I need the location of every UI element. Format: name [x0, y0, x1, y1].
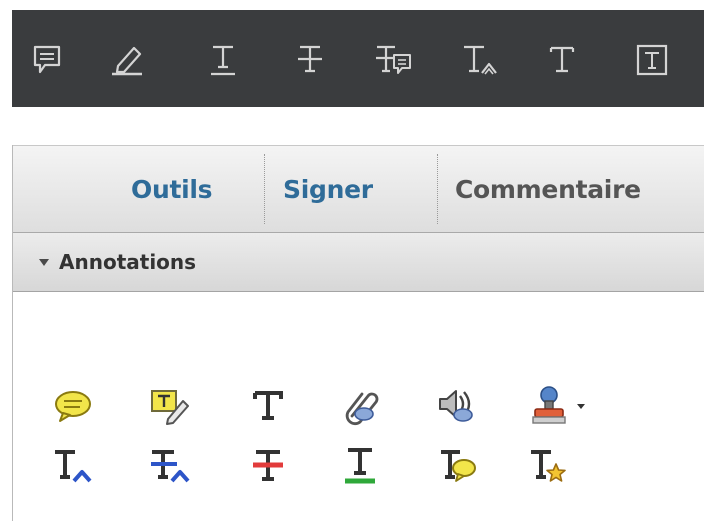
highlight-pen-icon — [112, 46, 142, 76]
insert-text-tool-button[interactable] — [460, 40, 500, 80]
replace-text-icon — [151, 450, 190, 483]
add-text-star-button[interactable] — [523, 441, 573, 491]
underline-icon — [345, 448, 375, 484]
tab-outils[interactable]: Outils — [131, 146, 213, 232]
comment-tool-button[interactable] — [27, 40, 67, 80]
add-note-to-text-button[interactable] — [433, 441, 483, 491]
highlight-text-icon — [151, 390, 189, 425]
highlight-text-button[interactable] — [145, 381, 195, 431]
insert-text-icon — [464, 45, 497, 75]
record-audio-button[interactable] — [433, 381, 483, 431]
comment-panel: Outils Signer Commentaire Annotations — [12, 145, 704, 521]
tab-separator — [437, 154, 438, 224]
add-text-icon — [253, 391, 283, 420]
underline-text-icon — [211, 45, 235, 76]
strikethrough-icon — [253, 450, 283, 481]
replace-text-note-icon — [376, 45, 411, 74]
attach-file-icon — [345, 392, 379, 426]
sticky-note-icon — [55, 391, 91, 422]
sticky-note-button[interactable] — [48, 381, 98, 431]
stamp-dropdown-button[interactable] — [523, 381, 595, 431]
highlight-tool-button[interactable] — [107, 40, 147, 80]
replace-text-tool-button[interactable] — [374, 40, 414, 80]
record-audio-icon — [439, 390, 473, 422]
dark-comment-toolbar — [12, 10, 704, 107]
add-text-star-icon — [531, 450, 566, 482]
annotations-section-header[interactable]: Annotations — [13, 233, 704, 292]
underline-tool-button[interactable] — [203, 40, 243, 80]
text-box-tool-button[interactable] — [632, 40, 672, 80]
replace-text-button[interactable] — [145, 441, 195, 491]
tab-separator — [264, 154, 265, 224]
strikethrough-button[interactable] — [243, 441, 293, 491]
annotations-title: Annotations — [59, 250, 197, 274]
tab-bar: Outils Signer Commentaire — [13, 145, 704, 233]
collapse-arrow-icon — [39, 259, 49, 266]
add-text-tool-button[interactable] — [542, 40, 582, 80]
add-text-button[interactable] — [243, 381, 293, 431]
text-box-icon — [636, 44, 668, 76]
strikethrough-text-icon — [298, 45, 322, 73]
insert-text-at-cursor-button[interactable] — [48, 441, 98, 491]
tab-signer[interactable]: Signer — [283, 146, 373, 232]
chevron-down-icon — [577, 404, 585, 409]
strikethrough-tool-button[interactable] — [290, 40, 330, 80]
attach-file-button[interactable] — [335, 381, 385, 431]
comment-icon — [33, 45, 61, 74]
add-note-to-text-icon — [441, 450, 476, 482]
insert-text-at-cursor-icon — [55, 450, 92, 483]
tab-commentaire[interactable]: Commentaire — [455, 146, 641, 232]
stamp-icon — [532, 386, 566, 424]
add-text-icon — [549, 46, 575, 73]
underline-button[interactable] — [335, 441, 385, 491]
